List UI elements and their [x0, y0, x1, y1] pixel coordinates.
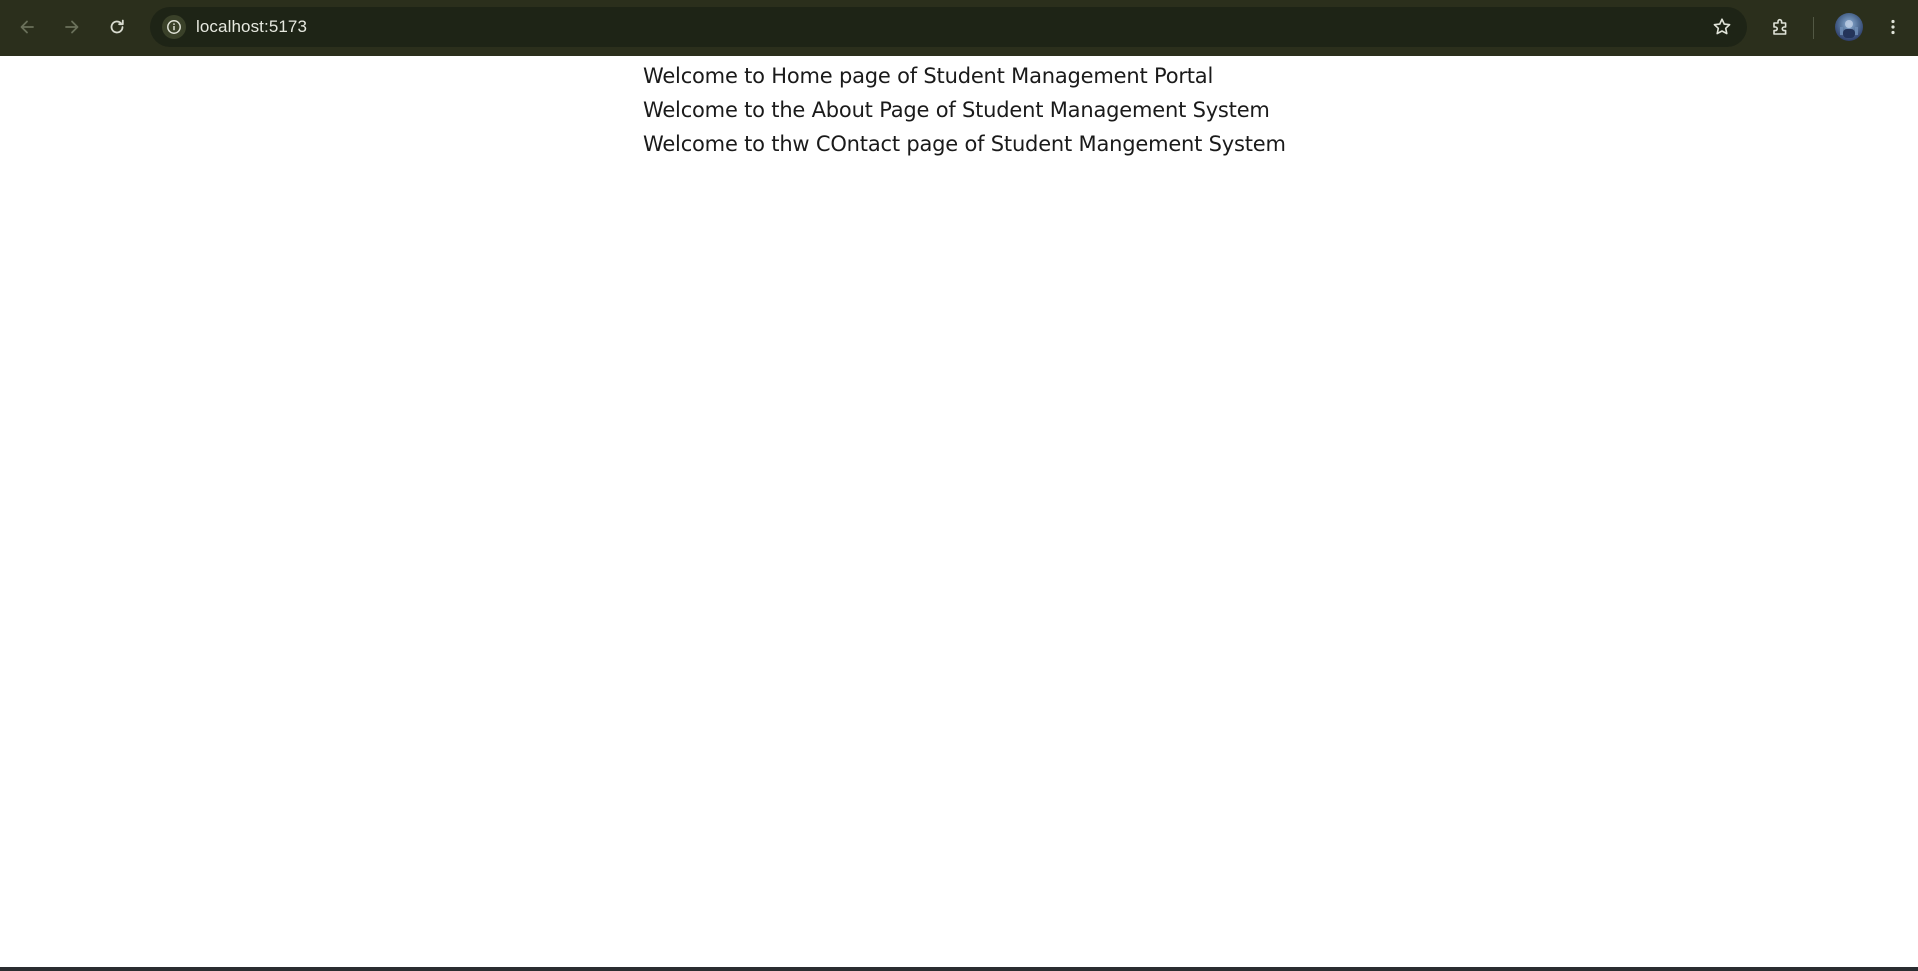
- about-welcome-text: Welcome to the About Page of Student Man…: [643, 98, 1270, 122]
- forward-button[interactable]: [57, 12, 87, 42]
- star-icon: [1713, 18, 1731, 35]
- address-bar[interactable]: localhost:5173: [150, 7, 1747, 47]
- kebab-menu-icon: [1891, 19, 1895, 35]
- url-text[interactable]: localhost:5173: [196, 17, 307, 37]
- browser-menu-button[interactable]: [1878, 12, 1908, 42]
- profile-avatar[interactable]: [1835, 13, 1863, 41]
- back-button[interactable]: [12, 12, 42, 42]
- puzzle-icon: [1773, 18, 1787, 35]
- arrow-left-icon: [20, 20, 34, 34]
- home-welcome-text: Welcome to Home page of Student Manageme…: [643, 64, 1214, 88]
- arrow-right-icon: [65, 20, 79, 34]
- welcome-list: Welcome to Home page of Student Manageme…: [643, 59, 1286, 161]
- browser-toolbar: localhost:5173: [0, 0, 1918, 56]
- extensions-button[interactable]: [1766, 12, 1796, 42]
- info-icon: [167, 20, 181, 34]
- site-info-button[interactable]: [162, 15, 186, 39]
- reload-button[interactable]: [102, 12, 132, 42]
- toolbar-separator: [1813, 17, 1814, 39]
- reload-icon: [110, 19, 124, 34]
- contact-welcome-text: Welcome to thw COntact page of Student M…: [643, 132, 1286, 156]
- page-content: Welcome to Home page of Student Manageme…: [0, 56, 1918, 967]
- bookmark-button[interactable]: [1711, 16, 1733, 38]
- profile-avatar-icon: [1840, 20, 1858, 38]
- taskbar-edge: [0, 967, 1918, 971]
